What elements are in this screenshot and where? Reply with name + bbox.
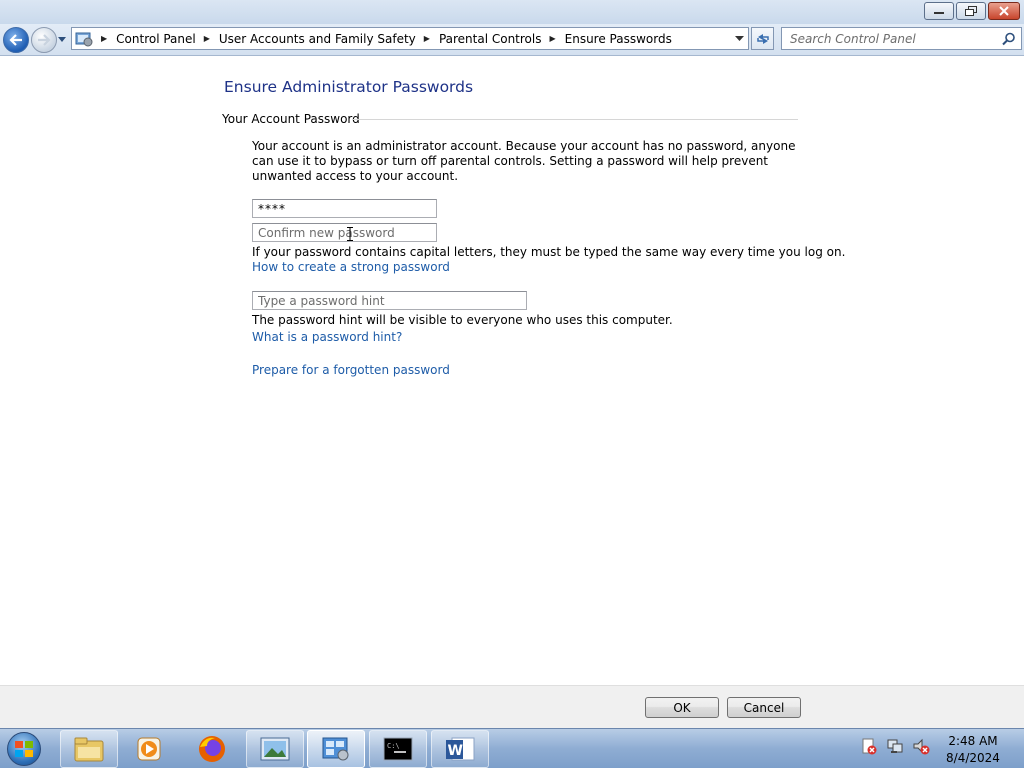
taskbar-firefox[interactable] <box>183 730 241 768</box>
firefox-icon <box>199 736 225 762</box>
media-player-icon <box>137 737 161 761</box>
breadcrumb-arrow-icon[interactable]: ▶ <box>204 34 210 43</box>
arrow-left-icon <box>9 34 22 46</box>
minimize-icon <box>934 12 944 14</box>
breadcrumb-arrow-icon[interactable]: ▶ <box>549 34 555 43</box>
forward-button[interactable] <box>31 27 57 53</box>
control-panel-icon <box>322 737 349 761</box>
taskbar-photo-viewer[interactable] <box>246 730 304 768</box>
refresh-button[interactable] <box>751 27 774 50</box>
window-caption-bar <box>0 0 1024 24</box>
address-dropdown-button[interactable] <box>730 28 748 49</box>
close-button[interactable] <box>988 2 1020 20</box>
cancel-button[interactable]: Cancel <box>727 697 801 718</box>
password-hint-field[interactable] <box>252 291 527 310</box>
breadcrumb-ensure-passwords[interactable]: Ensure Passwords <box>565 32 672 46</box>
account-description: Your account is an administrator account… <box>252 139 796 183</box>
start-button[interactable] <box>2 730 46 768</box>
volume-muted-icon[interactable] <box>912 737 930 755</box>
control-panel-icon <box>75 32 93 46</box>
photo-viewer-icon <box>260 737 290 761</box>
refresh-icon <box>756 33 769 44</box>
recent-pages-dropdown[interactable] <box>58 36 67 44</box>
section-divider <box>352 119 798 120</box>
taskbar-control-panel[interactable] <box>307 730 365 768</box>
text-cursor-icon <box>347 227 353 241</box>
windows-logo-icon <box>7 732 41 766</box>
search-icon[interactable] <box>1002 32 1016 46</box>
section-heading: Your Account Password <box>222 112 360 126</box>
minimize-button[interactable] <box>924 2 954 20</box>
search-box[interactable] <box>781 27 1022 50</box>
clock[interactable]: 2:48 AM 8/4/2024 <box>944 733 1002 767</box>
address-bar[interactable]: ▶ Control Panel ▶ User Accounts and Fami… <box>71 27 749 50</box>
system-tray <box>860 737 930 755</box>
taskbar-microsoft-word[interactable]: W <box>431 730 489 768</box>
hint-note: The password hint will be visible to eve… <box>252 313 673 327</box>
svg-text:C:\: C:\ <box>387 742 400 750</box>
folder-icon <box>74 737 104 762</box>
ok-button[interactable]: OK <box>645 697 719 718</box>
breadcrumb-control-panel[interactable]: Control Panel <box>116 32 196 46</box>
new-password-field[interactable] <box>252 199 437 218</box>
svg-text:W: W <box>448 743 463 759</box>
restore-button[interactable] <box>956 2 986 20</box>
dialog-button-bar: OK Cancel <box>0 685 1024 728</box>
window-controls <box>924 2 1020 20</box>
word-icon: W <box>446 737 475 761</box>
clock-date: 8/4/2024 <box>946 751 1000 765</box>
page-title: Ensure Administrator Passwords <box>224 78 474 96</box>
taskbar: C:\ W 2:48 AM 8/4/2024 <box>0 728 1024 768</box>
clock-time: 2:48 AM <box>948 734 998 748</box>
taskbar-windows-explorer[interactable] <box>60 730 118 768</box>
breadcrumb: ▶ Control Panel ▶ User Accounts and Fami… <box>93 28 672 49</box>
strong-password-link[interactable]: How to create a strong password <box>252 260 450 274</box>
capital-letters-note: If your password contains capital letter… <box>252 245 846 259</box>
forgotten-password-link[interactable]: Prepare for a forgotten password <box>252 363 450 377</box>
back-button[interactable] <box>3 27 29 53</box>
breadcrumb-arrow-icon[interactable]: ▶ <box>101 34 107 43</box>
command-prompt-icon: C:\ <box>383 737 413 761</box>
action-center-warning-icon[interactable] <box>860 737 878 755</box>
arrow-right-icon <box>38 34 51 46</box>
chevron-down-icon <box>734 35 744 41</box>
password-hint-link[interactable]: What is a password hint? <box>252 330 402 344</box>
breadcrumb-arrow-icon[interactable]: ▶ <box>424 34 430 43</box>
main-content: Ensure Administrator Passwords Your Acco… <box>0 57 1024 685</box>
taskbar-media-player[interactable] <box>120 730 178 768</box>
breadcrumb-user-accounts[interactable]: User Accounts and Family Safety <box>219 32 416 46</box>
network-icon[interactable] <box>886 737 904 755</box>
confirm-password-field[interactable] <box>252 223 437 242</box>
breadcrumb-parental-controls[interactable]: Parental Controls <box>439 32 542 46</box>
taskbar-command-prompt[interactable]: C:\ <box>369 730 427 768</box>
search-input[interactable] <box>782 28 997 49</box>
navigation-bar: ▶ Control Panel ▶ User Accounts and Fami… <box>0 24 1024 56</box>
close-icon <box>999 6 1009 16</box>
restore-icon <box>965 6 977 16</box>
